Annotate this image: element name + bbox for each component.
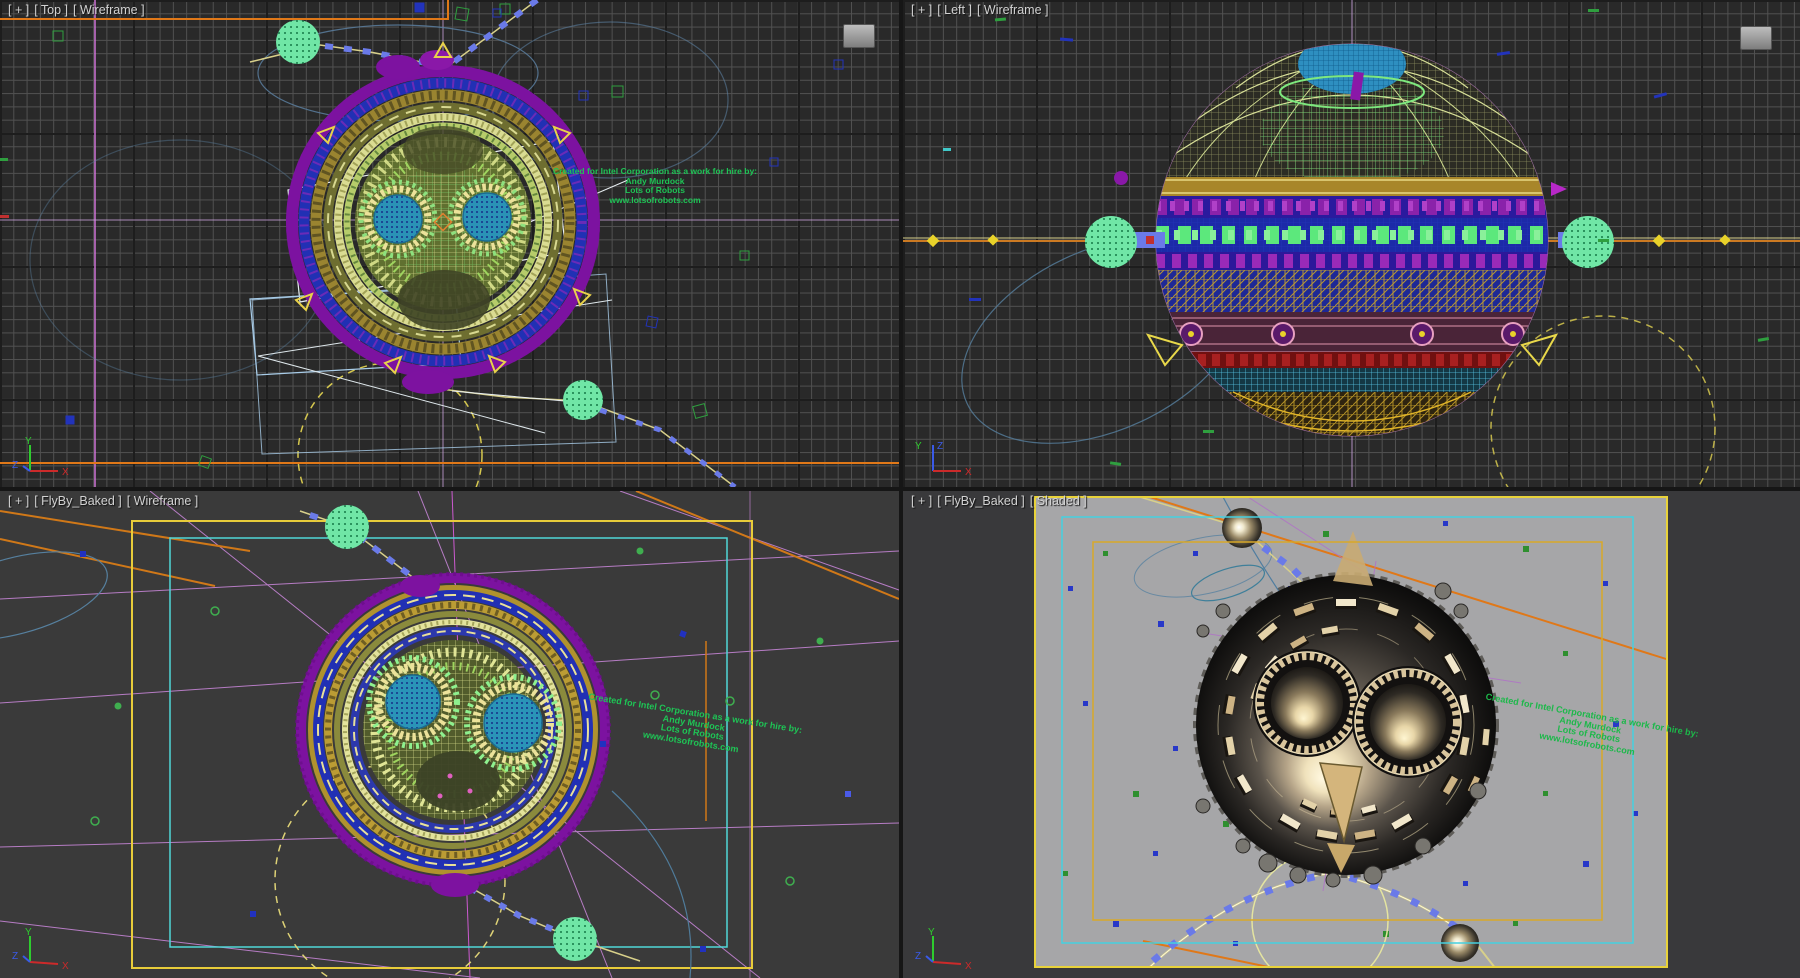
viewport-top[interactable]: [ + ] [ Top ] [ Wireframe ] Created for … <box>0 0 899 487</box>
axis-z-label: Z <box>12 460 18 471</box>
left-view-scene <box>903 0 1800 487</box>
viewport-label-flyby-wireframe[interactable]: [ + ] [ FlyBy_Baked ] [ Wireframe ] <box>8 494 198 508</box>
axis-tripod: Y X Z <box>8 435 78 479</box>
top-view-scene <box>0 0 899 487</box>
viewport-menu-shading[interactable]: [ Shaded ] <box>1030 494 1087 508</box>
axis-x-label: X <box>965 961 972 970</box>
viewport-menu-shading[interactable]: [ Wireframe ] <box>977 3 1049 17</box>
orbit-spline <box>612 791 691 978</box>
viewport-label-left[interactable]: [ + ] [ Left ] [ Wireframe ] <box>911 3 1049 17</box>
viewport-menu-plus[interactable]: [ + ] <box>8 3 29 17</box>
orbit-spline <box>1188 558 1269 608</box>
sphere-model-left-view <box>1137 0 1567 437</box>
viewport-menu-plus[interactable]: [ + ] <box>8 494 29 508</box>
shaded-sphere-model <box>1196 531 1496 887</box>
axis-z-label: Z <box>915 951 921 962</box>
viewport-menu-view[interactable]: [ Left ] <box>937 3 972 17</box>
axis-x-label: X <box>62 467 69 478</box>
axis-x-label: X <box>965 467 972 478</box>
viewport-menu-plus[interactable]: [ + ] <box>911 3 932 17</box>
viewport-flyby-wireframe[interactable]: [ + ] [ FlyBy_Baked ] [ Wireframe ] Crea… <box>0 491 899 978</box>
axis-z-label: Z <box>937 441 943 452</box>
flyby-shaded-scene <box>903 491 1800 978</box>
dashed-path-circle <box>298 363 482 487</box>
viewport-flyby-shaded[interactable]: [ + ] [ FlyBy_Baked ] [ Shaded ] Created… <box>903 491 1800 978</box>
axis-tripod: Y X Z <box>8 926 78 970</box>
viewport-menu-view[interactable]: [ FlyBy_Baked ] <box>34 494 122 508</box>
viewport-left[interactable]: [ + ] [ Left ] [ Wireframe ] Y X Z <box>903 0 1800 487</box>
viewport-widget-box[interactable] <box>1740 26 1772 50</box>
axis-tripod: Y X Z <box>911 435 981 479</box>
viewport-menu-view[interactable]: [ Top ] <box>34 3 68 17</box>
axis-tripod: Y X Z <box>911 926 981 970</box>
axis-y-label: Y <box>915 441 922 452</box>
flyby-wireframe-scene <box>0 491 899 978</box>
viewport-widget-box[interactable] <box>843 24 875 48</box>
viewport-label-top[interactable]: [ + ] [ Top ] [ Wireframe ] <box>8 3 145 17</box>
viewport-menu-plus[interactable]: [ + ] <box>911 494 932 508</box>
sphere-model-flyby <box>297 574 609 897</box>
axis-y-label: Y <box>928 927 935 938</box>
viewport-label-flyby-shaded[interactable]: [ + ] [ FlyBy_Baked ] [ Shaded ] <box>911 494 1087 508</box>
axis-z-label: Z <box>12 951 18 962</box>
axis-x-label: X <box>62 961 69 970</box>
viewport-menu-shading[interactable]: [ Wireframe ] <box>73 3 145 17</box>
dashed-path-circle <box>1491 316 1715 487</box>
viewport-menu-shading[interactable]: [ Wireframe ] <box>127 494 199 508</box>
viewport-menu-view[interactable]: [ FlyBy_Baked ] <box>937 494 1025 508</box>
axis-y-label: Y <box>25 436 32 447</box>
axis-y-label: Y <box>25 927 32 938</box>
